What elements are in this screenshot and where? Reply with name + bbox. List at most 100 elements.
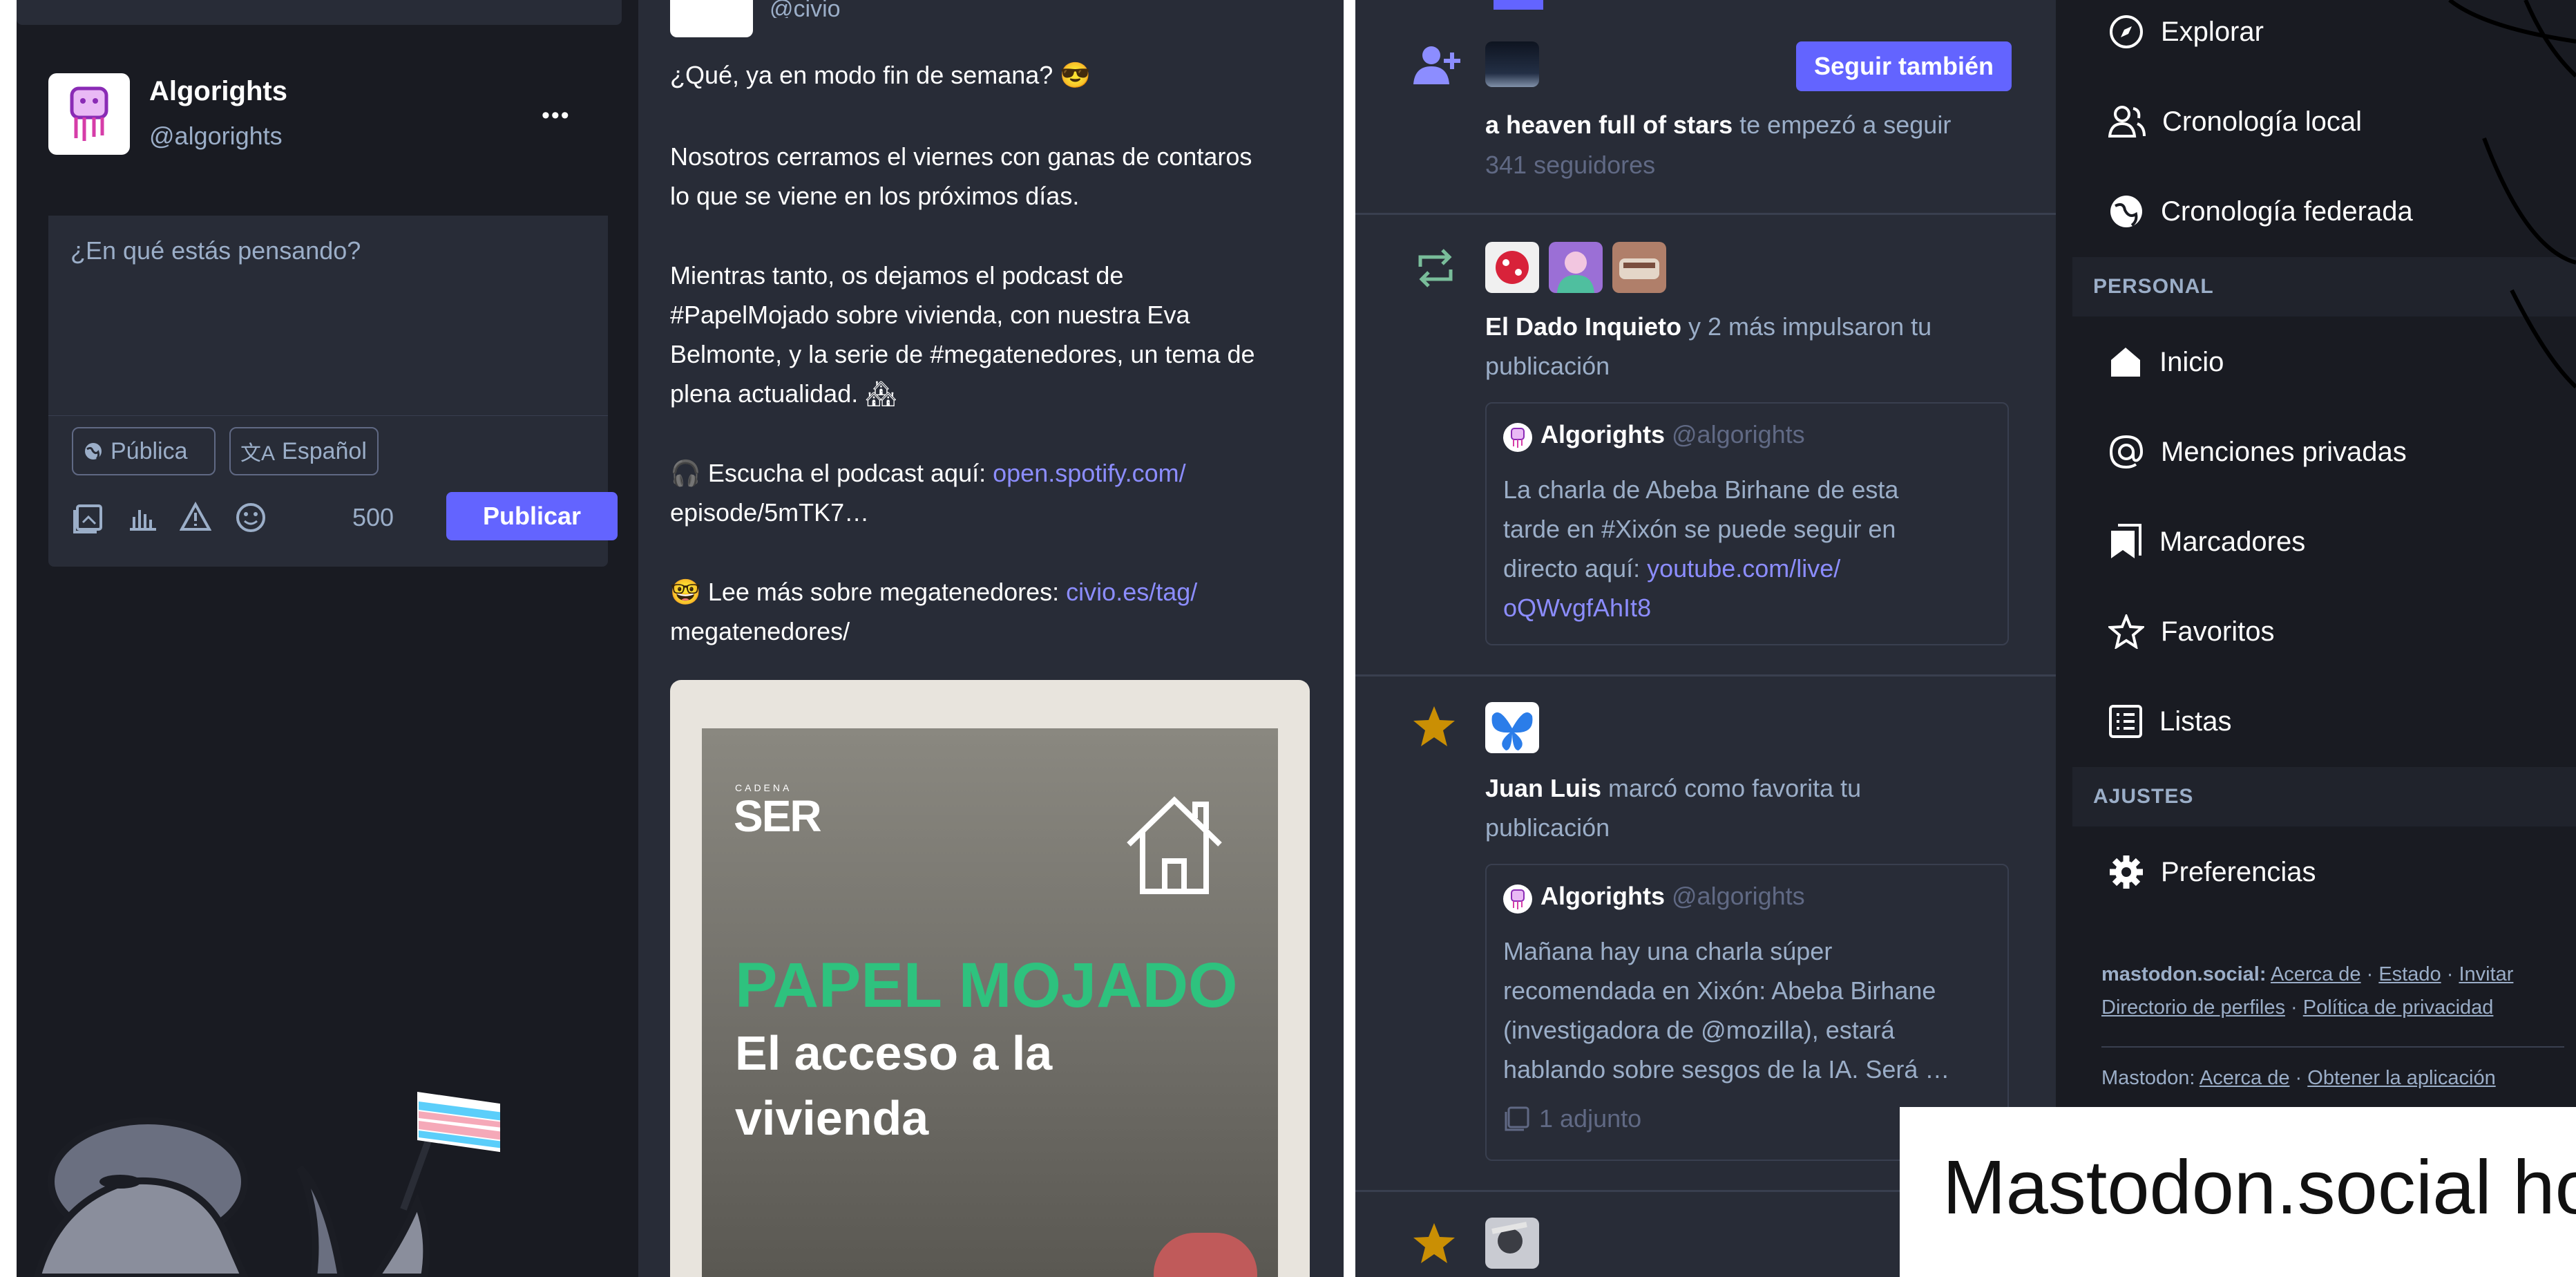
follow-notification-text: a heaven full of stars te empezó a segui… xyxy=(1485,105,2010,144)
favouriter-name[interactable]: Juan Luis xyxy=(1485,774,1601,802)
nav-bookmarks[interactable]: Marcadores xyxy=(2108,514,2305,569)
visibility-button[interactable]: Pública xyxy=(72,427,216,475)
character-counter: 500 xyxy=(352,503,394,531)
footer-privacy-link[interactable]: Política de privacidad xyxy=(2303,996,2494,1019)
civio-link[interactable]: civio.es/tag/ xyxy=(1066,578,1197,606)
footer-invite-link[interactable]: Invitar xyxy=(2459,963,2513,985)
active-tab-indicator xyxy=(1494,0,1543,10)
emoji-icon[interactable] xyxy=(235,502,267,533)
nav-lists-label: Listas xyxy=(2159,706,2232,737)
add-media-icon[interactable] xyxy=(73,503,104,533)
publish-button[interactable]: Publicar xyxy=(446,492,618,540)
card-line-2: tarde en #Xixón se puede seguir en xyxy=(1503,515,1896,543)
nerd-emoji: 🤓 xyxy=(670,578,701,606)
follower-count: 341 seguidores xyxy=(1485,151,1656,179)
follow-back-button[interactable]: Seguir también xyxy=(1796,41,2012,91)
footer-about-link[interactable]: Acerca de xyxy=(2271,963,2361,985)
favouriter-avatar[interactable] xyxy=(1485,702,1539,753)
avatar[interactable] xyxy=(48,73,130,155)
nav-home[interactable]: Inicio xyxy=(2108,334,2224,390)
card-line-2: recomendada en Xixón: Abeba Birhane xyxy=(1503,976,1936,1005)
card-line-1: La charla de Abeba Birhane de esta xyxy=(1503,475,1899,504)
nav-home-label: Inicio xyxy=(2159,346,2224,377)
youtube-link-cont[interactable]: oQWvgfAhIt8 xyxy=(1503,588,1651,627)
post-paragraph-2a: Nosotros cerramos el viernes con ganas d… xyxy=(670,142,1252,171)
nav-preferences[interactable]: Preferencias xyxy=(2108,844,2316,900)
nav-favourites[interactable]: Favoritos xyxy=(2108,604,2275,659)
footer-about2-link[interactable]: Acerca de xyxy=(2200,1067,2290,1089)
nav-federated-label: Cronología federada xyxy=(2161,196,2413,227)
post-paragraph-3a: Mientras tanto, os dejamos el podcast de xyxy=(670,261,1124,290)
fav-action-cont: publicación xyxy=(1485,813,1610,842)
compose-textarea[interactable] xyxy=(48,216,608,416)
decorative-lines xyxy=(2448,0,2576,389)
footer-mastodon-links: Mastodon: Acerca de · Obtener la aplicac… xyxy=(2101,1067,2496,1090)
warning-icon[interactable] xyxy=(180,502,211,532)
nav-lists[interactable]: Listas xyxy=(2108,694,2232,749)
image-brand: SER xyxy=(734,791,822,841)
separator xyxy=(1355,674,2056,677)
nav-explore[interactable]: Explorar xyxy=(2108,4,2264,59)
list-icon xyxy=(2109,705,2142,738)
profile-name[interactable]: Algorights xyxy=(149,76,287,107)
footer-separator: · xyxy=(2291,996,2298,1019)
footer-separator: · xyxy=(2366,963,2374,985)
card-author: Algorights @algorights xyxy=(1540,420,1805,449)
image-title: PAPEL MOJADO xyxy=(735,950,1238,1021)
nav-private-mentions[interactable]: Menciones privadas xyxy=(2108,424,2407,480)
post-author-avatar[interactable] xyxy=(670,0,753,37)
caption-text: Mastodon.social ho xyxy=(1943,1145,2576,1230)
profile-handle: @algorights xyxy=(149,122,283,150)
footer-separator: · xyxy=(2295,1067,2302,1089)
spotify-link-cont[interactable]: episode/5mTK7… xyxy=(670,493,1313,532)
boost-action: y 2 más impulsaron tu xyxy=(1688,312,1932,341)
booster-name[interactable]: El Dado Inquieto xyxy=(1485,312,1681,341)
navigation-panel: Explorar Cronología local Cronología fed… xyxy=(2056,0,2576,1277)
card-avatar xyxy=(1503,423,1532,452)
footer-divider xyxy=(2101,1046,2564,1048)
footer-instance-links: mastodon.social: Acerca de · Estado · In… xyxy=(2101,963,2513,986)
language-button[interactable]: 文A Español xyxy=(229,427,379,475)
boost-icon xyxy=(1415,249,1456,287)
card-author-name: Algorights xyxy=(1540,882,1665,910)
post-media-image[interactable]: CADENA SER PAPEL MOJADO El acceso a la v… xyxy=(670,680,1310,1277)
youtube-link[interactable]: youtube.com/live/ xyxy=(1647,554,1840,583)
footer-site: mastodon.social: xyxy=(2101,963,2267,985)
follower-avatar[interactable] xyxy=(1485,41,1539,87)
attachment-indicator: 1 adjunto xyxy=(1503,1104,1641,1133)
card-author-handle: @algorights xyxy=(1672,420,1805,448)
notifications-column: Seguir también a heaven full of stars te… xyxy=(1355,0,2056,1277)
favouriter-avatar[interactable] xyxy=(1485,1218,1539,1269)
follower-name[interactable]: a heaven full of stars xyxy=(1485,111,1733,139)
nav-federated-timeline[interactable]: Cronología federada xyxy=(2108,184,2413,239)
attachment-icon xyxy=(1505,1106,1529,1131)
card-author: Algorights @algorights xyxy=(1540,882,1805,911)
translate-icon: 文A xyxy=(240,442,276,465)
post-paragraph-3c: Belmonte, y la serie de #megatenedores, … xyxy=(670,340,1255,368)
globe-icon xyxy=(85,443,102,460)
separator xyxy=(1355,213,2056,215)
boosted-post-card[interactable]: Algorights @algorights La charla de Abeb… xyxy=(1485,402,2009,645)
booster-avatar-1[interactable] xyxy=(1485,242,1539,293)
spotify-link[interactable]: open.spotify.com/ xyxy=(993,459,1185,487)
nav-bookmarks-label: Marcadores xyxy=(2159,526,2306,557)
poll-icon[interactable] xyxy=(127,504,158,532)
nav-local-label: Cronología local xyxy=(2162,106,2363,137)
gear-icon xyxy=(2110,855,2143,889)
compose-column: Algorights @algorights ••• Pública 文A Es… xyxy=(17,0,638,1277)
more-options-button[interactable]: ••• xyxy=(542,102,571,129)
card-line-3-text: directo aquí: xyxy=(1503,554,1641,583)
algorights-logo-icon xyxy=(70,86,108,141)
footer-get-app-link[interactable]: Obtener la aplicación xyxy=(2307,1067,2495,1089)
footer-status-link[interactable]: Estado xyxy=(2378,963,2441,985)
civio-link-cont[interactable]: megatenedores/ xyxy=(670,612,1313,651)
post-paragraph-1: ¿Qué, ya en modo fin de semana? 😎 xyxy=(670,61,1091,89)
star-icon xyxy=(1412,1222,1456,1265)
footer-directory-link[interactable]: Directorio de perfiles xyxy=(2101,996,2285,1019)
nav-local-timeline[interactable]: Cronología local xyxy=(2108,94,2362,149)
compass-icon xyxy=(2110,15,2143,48)
booster-avatar-3[interactable] xyxy=(1612,242,1666,293)
booster-avatar-2[interactable] xyxy=(1549,242,1603,293)
post-paragraph-3b: #PapelMojado sobre vivienda, con nuestra… xyxy=(670,301,1190,329)
podcast-text: Escucha el podcast aquí: xyxy=(707,459,986,487)
